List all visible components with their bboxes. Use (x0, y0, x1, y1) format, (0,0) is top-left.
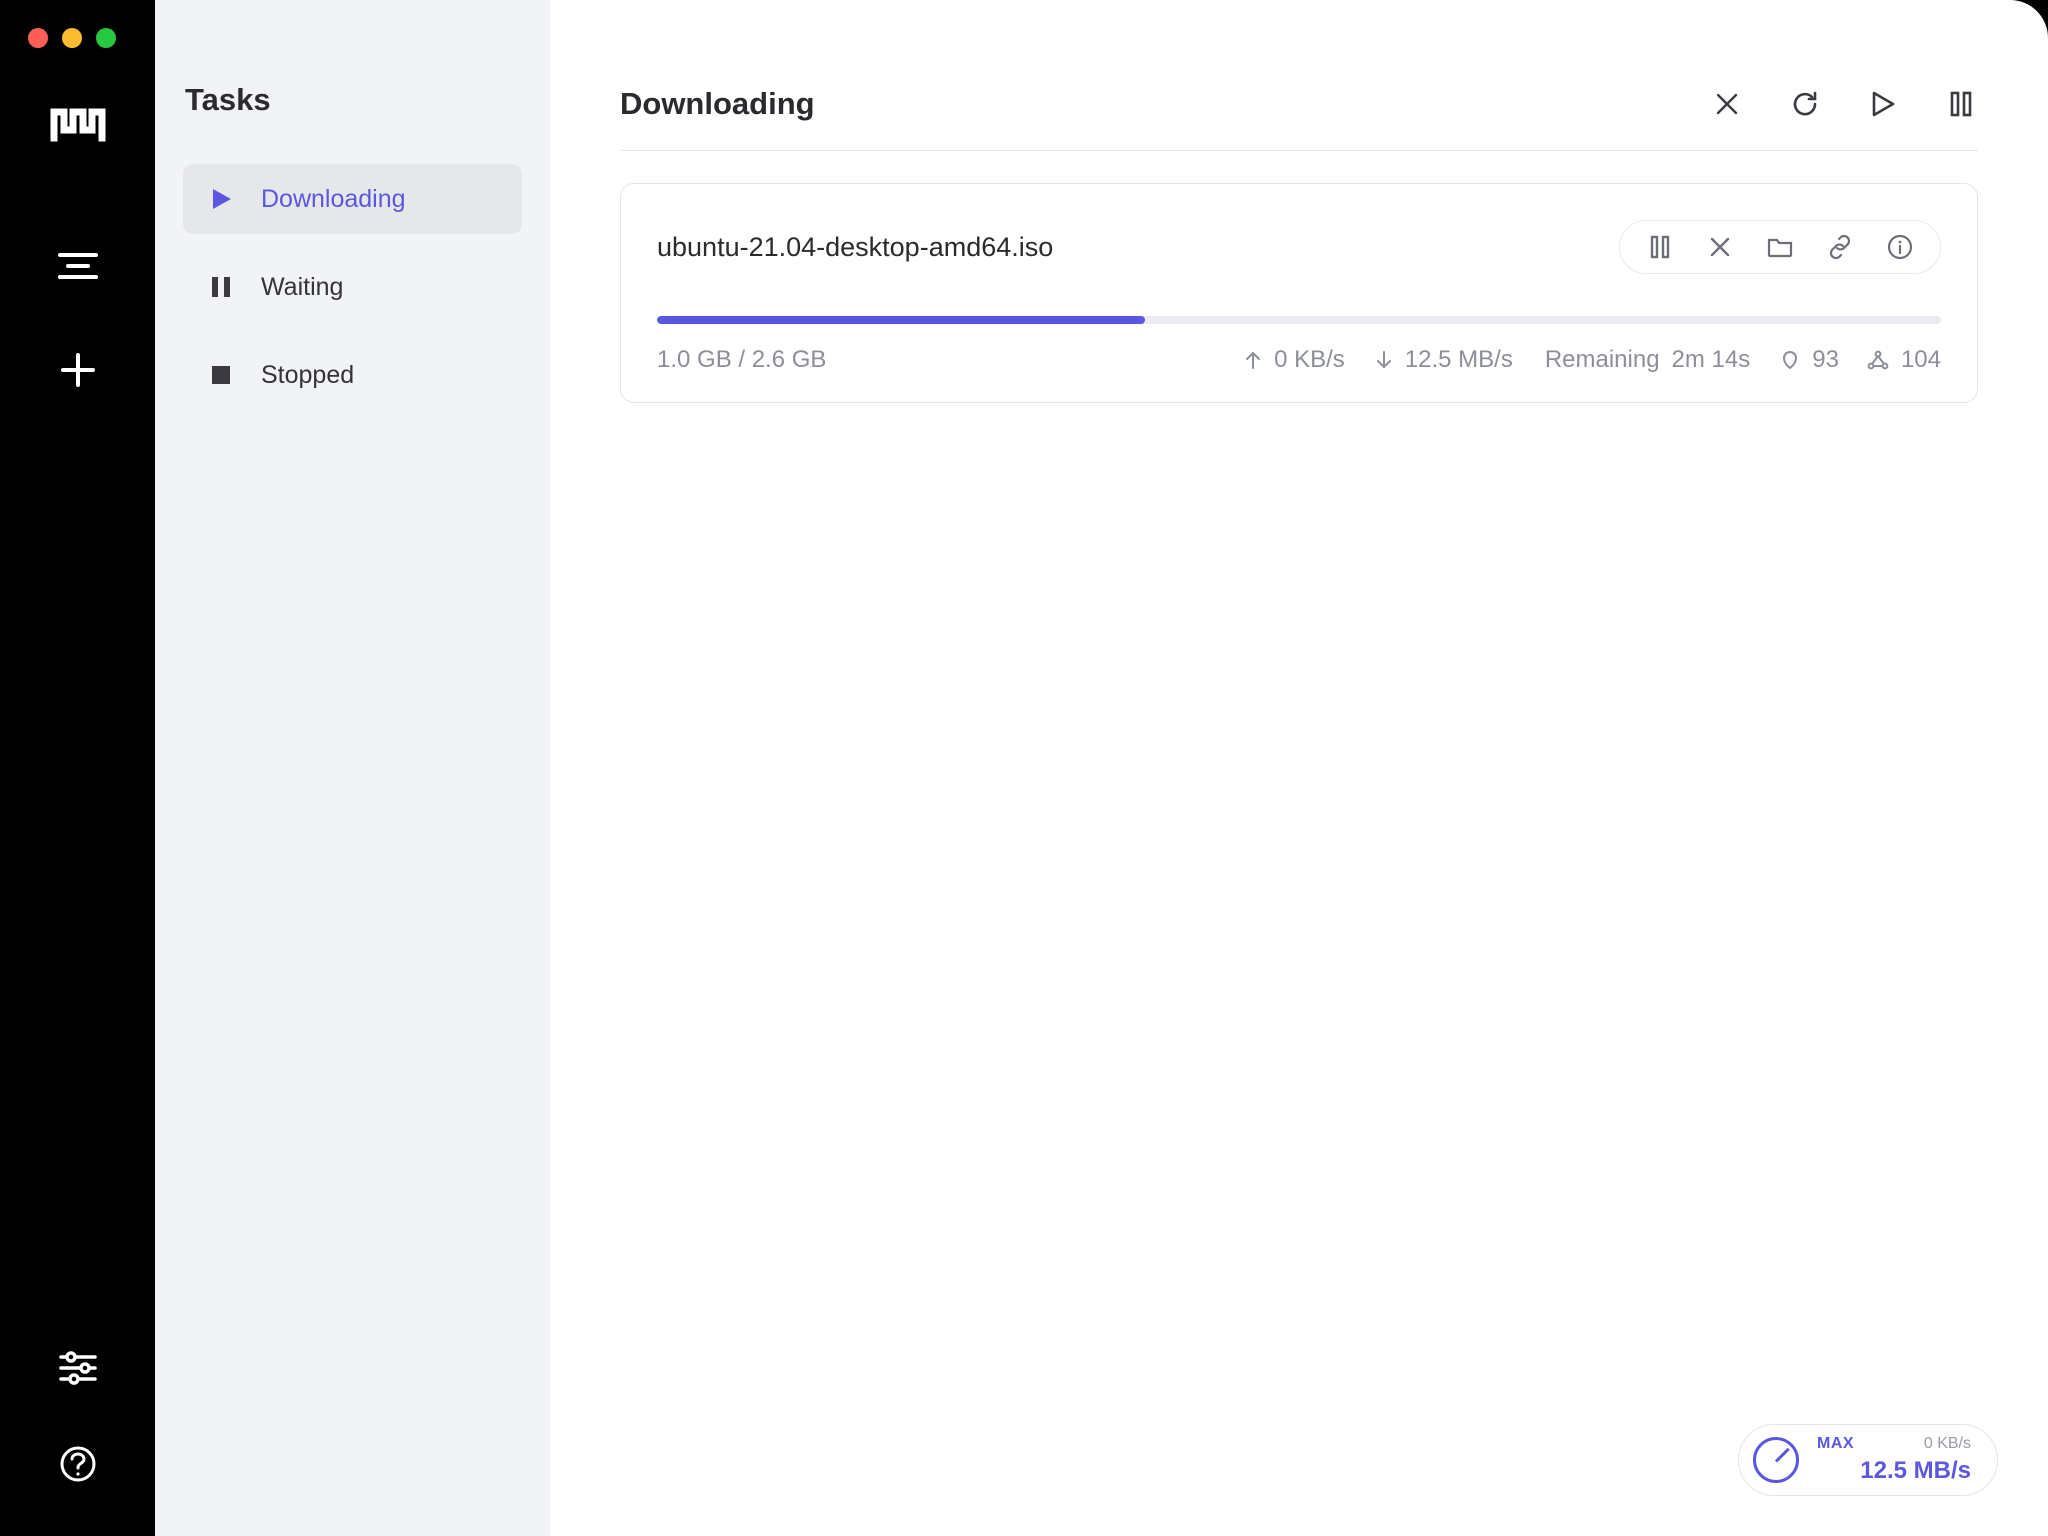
zoom-window-button[interactable] (96, 28, 116, 48)
stop-icon (207, 361, 235, 389)
task-remaining-value: 2m 14s (1672, 346, 1751, 374)
task-action-bar (1619, 220, 1941, 274)
page-title: Downloading (620, 86, 815, 122)
task-header: ubuntu-21.04-desktop-amd64.iso (657, 220, 1941, 274)
task-copy-link-button[interactable] (1826, 233, 1854, 261)
delete-all-button[interactable] (1710, 87, 1744, 121)
seeders-icon (1780, 350, 1800, 370)
sidebar-title: Tasks (183, 82, 522, 118)
refresh-button[interactable] (1788, 87, 1822, 121)
task-progress-fill (657, 316, 1145, 324)
app-rail (0, 0, 155, 1536)
resume-all-button[interactable] (1866, 87, 1900, 121)
task-size-text: 1.0 GB / 2.6 GB (657, 346, 826, 374)
window-controls (28, 28, 116, 48)
speed-max-label: MAX (1817, 1435, 1854, 1453)
divider (620, 150, 1978, 151)
app-logo (50, 94, 106, 150)
main-panel: Downloading ubuntu-21.04-desktop-amd64.i… (550, 0, 2048, 1536)
task-peers: 104 (1901, 346, 1941, 374)
task-filename: ubuntu-21.04-desktop-amd64.iso (657, 232, 1053, 263)
task-remaining-label: Remaining (1545, 346, 1660, 374)
speedometer-icon (1753, 1437, 1799, 1483)
task-info-button[interactable] (1886, 233, 1914, 261)
task-stats: 1.0 GB / 2.6 GB 0 KB/s 12.5 MB/s Remaini… (657, 346, 1941, 374)
sidebar: Tasks Downloading Waiting Stopped (155, 0, 550, 1536)
topbar: Downloading (620, 82, 1978, 126)
topbar-actions (1710, 87, 1978, 121)
minimize-window-button[interactable] (62, 28, 82, 48)
pause-all-button[interactable] (1944, 87, 1978, 121)
task-up-speed: 0 KB/s (1274, 346, 1345, 374)
sidebar-item-label: Downloading (261, 185, 406, 214)
task-down-speed: 12.5 MB/s (1405, 346, 1513, 374)
task-pause-button[interactable] (1646, 233, 1674, 261)
sidebar-item-downloading[interactable]: Downloading (183, 164, 522, 234)
help-button[interactable] (50, 1436, 106, 1492)
play-icon (207, 185, 235, 213)
task-delete-button[interactable] (1706, 233, 1734, 261)
window-corner (2008, 0, 2048, 40)
task-open-folder-button[interactable] (1766, 233, 1794, 261)
task-progress-bar (657, 316, 1941, 324)
add-task-button[interactable] (50, 342, 106, 398)
task-seeders: 93 (1812, 346, 1839, 374)
pause-icon (207, 273, 235, 301)
speed-readout: MAX 0 KB/s 12.5 MB/s (1817, 1435, 1971, 1485)
sidebar-item-label: Stopped (261, 361, 354, 390)
download-arrow-icon (1375, 350, 1393, 370)
speed-up: 0 KB/s (1924, 1435, 1971, 1453)
sidebar-item-waiting[interactable]: Waiting (183, 252, 522, 322)
preferences-button[interactable] (50, 1340, 106, 1396)
close-window-button[interactable] (28, 28, 48, 48)
task-card[interactable]: ubuntu-21.04-desktop-amd64.iso (620, 183, 1978, 403)
upload-arrow-icon (1244, 350, 1262, 370)
sidebar-item-stopped[interactable]: Stopped (183, 340, 522, 410)
speed-widget[interactable]: MAX 0 KB/s 12.5 MB/s (1738, 1424, 1998, 1496)
sidebar-item-label: Waiting (261, 273, 343, 302)
peers-icon (1867, 350, 1889, 370)
speed-down: 12.5 MB/s (1860, 1457, 1971, 1485)
menu-button[interactable] (50, 238, 106, 294)
